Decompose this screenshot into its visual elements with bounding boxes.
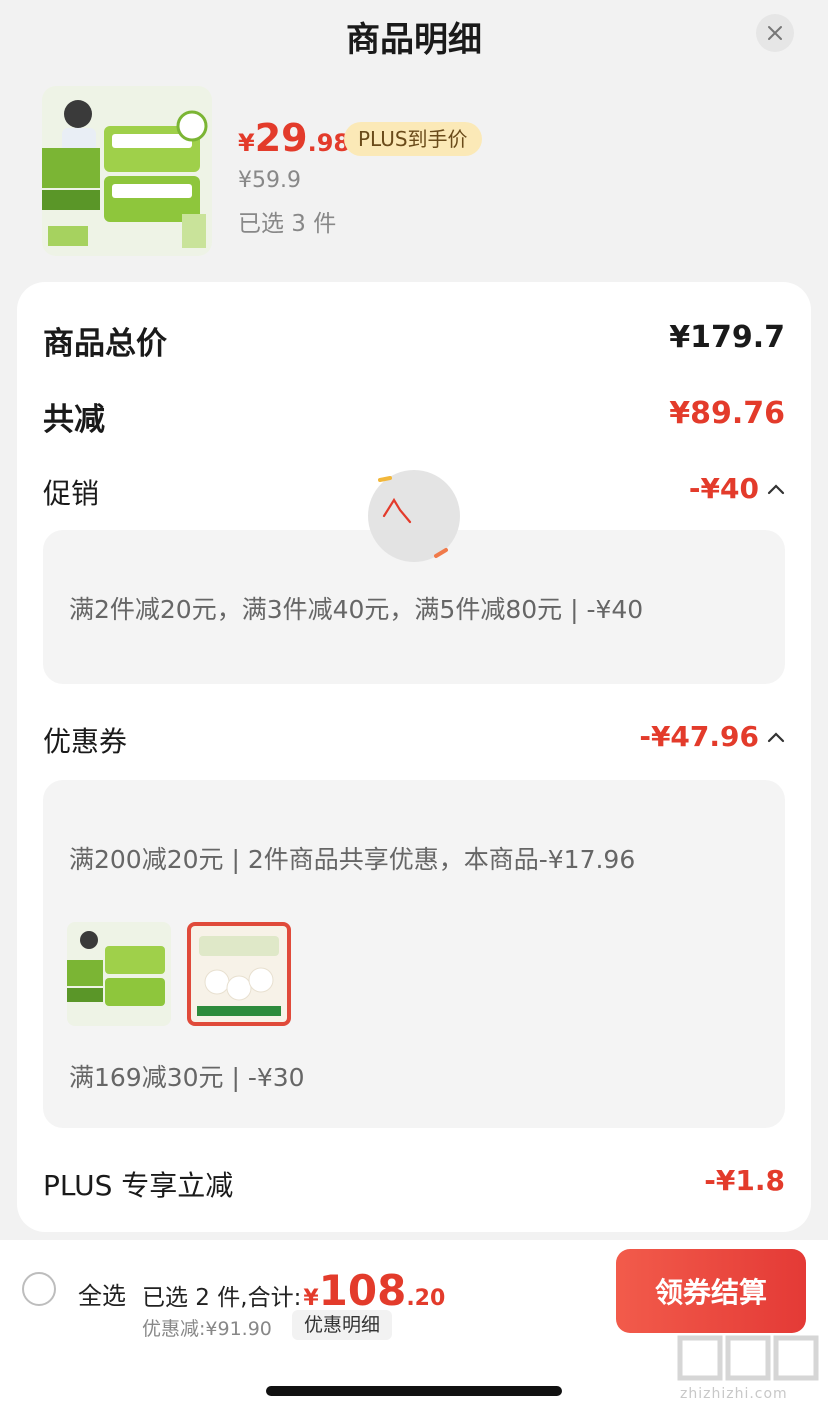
home-indicator <box>266 1386 562 1396</box>
total-value: ¥179.7 <box>669 320 785 355</box>
price-integer: 29 <box>254 116 308 160</box>
tissue-pack-image <box>42 86 212 256</box>
watermark-text: zhizhizhi.com <box>680 1386 788 1402</box>
loading-spinner <box>368 470 460 562</box>
order-summary: 已选 2 件,合计: ¥ 108 .20 <box>142 1266 445 1315</box>
selected-count: 已选 3 件 <box>238 211 337 237</box>
close-icon <box>768 26 782 40</box>
promotion-toggle[interactable]: -¥40 <box>689 472 785 505</box>
chevron-up-icon <box>767 731 785 742</box>
promotion-detail: 满2件减20元，满3件减40元，满5件减80元 | -¥40 <box>69 595 644 624</box>
checkout-bar: 全选 已选 2 件,合计: ¥ 108 .20 优惠减:¥91.90 优惠明细 … <box>0 1240 828 1414</box>
coupon-detail-shared: 满200减20元 | 2件商品共享优惠，本商品-¥17.96 <box>69 845 636 874</box>
product-image[interactable] <box>42 86 212 256</box>
plus-discount-label: PLUS 专享立减 <box>43 1169 234 1202</box>
plus-price-badge: PLUS到手价 <box>344 122 482 156</box>
checkout-button[interactable]: 领券结算 <box>616 1249 806 1333</box>
original-price: ¥59.9 <box>238 168 301 193</box>
tissue-pack-image <box>67 922 171 1026</box>
discount-total: 优惠减:¥91.90 <box>142 1318 272 1340</box>
promotion-label: 促销 <box>43 477 100 510</box>
total-integer: 108 <box>318 1266 407 1315</box>
select-all-label[interactable]: 全选 <box>78 1276 126 1311</box>
price-symbol: ¥ <box>238 129 255 157</box>
loading-icon <box>378 476 448 558</box>
sheet-header: 商品明细 <box>0 0 828 70</box>
current-price: ¥ 29 .98 <box>238 116 350 160</box>
coupon-detail-box: 满200减20元 | 2件商品共享优惠，本商品-¥17.96 满169减30元 … <box>43 780 785 1128</box>
coupon-product-thumb-tissue[interactable] <box>67 922 171 1026</box>
reduce-value: ¥89.76 <box>669 396 785 431</box>
plus-discount-value: -¥1.8 <box>704 1164 785 1197</box>
page-title: 商品明细 <box>346 20 482 60</box>
detail-sheet: 商品明细 ¥ 29 .98 PLUS到手价 ¥59.9 已选 3 件 商品总价 … <box>0 0 828 1414</box>
coupon-value: -¥47.96 <box>639 720 759 753</box>
chevron-up-icon <box>767 483 785 494</box>
total-decimal: .20 <box>406 1286 446 1311</box>
total-symbol: ¥ <box>303 1286 319 1311</box>
coupon-toggle[interactable]: -¥47.96 <box>639 720 785 753</box>
coupon-label: 优惠券 <box>43 725 128 758</box>
steamed-bun-image <box>187 922 291 1026</box>
reduce-label: 共减 <box>43 402 105 438</box>
promotion-value: -¥40 <box>688 472 759 505</box>
price-breakdown-card: 商品总价 ¥179.7 共减 ¥89.76 促销 -¥40 满2件减20元，满3… <box>17 282 811 1232</box>
close-button[interactable] <box>756 14 794 52</box>
product-info: ¥ 29 .98 PLUS到手价 ¥59.9 已选 3 件 <box>42 86 782 258</box>
coupon-detail-full-reduction: 满169减30元 | -¥30 <box>69 1063 305 1092</box>
selected-summary: 已选 2 件,合计: <box>142 1285 302 1311</box>
discount-detail-button[interactable]: 优惠明细 <box>292 1310 393 1340</box>
coupon-product-thumb-bun[interactable] <box>187 922 291 1026</box>
select-all-radio[interactable] <box>22 1272 56 1306</box>
total-label: 商品总价 <box>43 326 167 362</box>
